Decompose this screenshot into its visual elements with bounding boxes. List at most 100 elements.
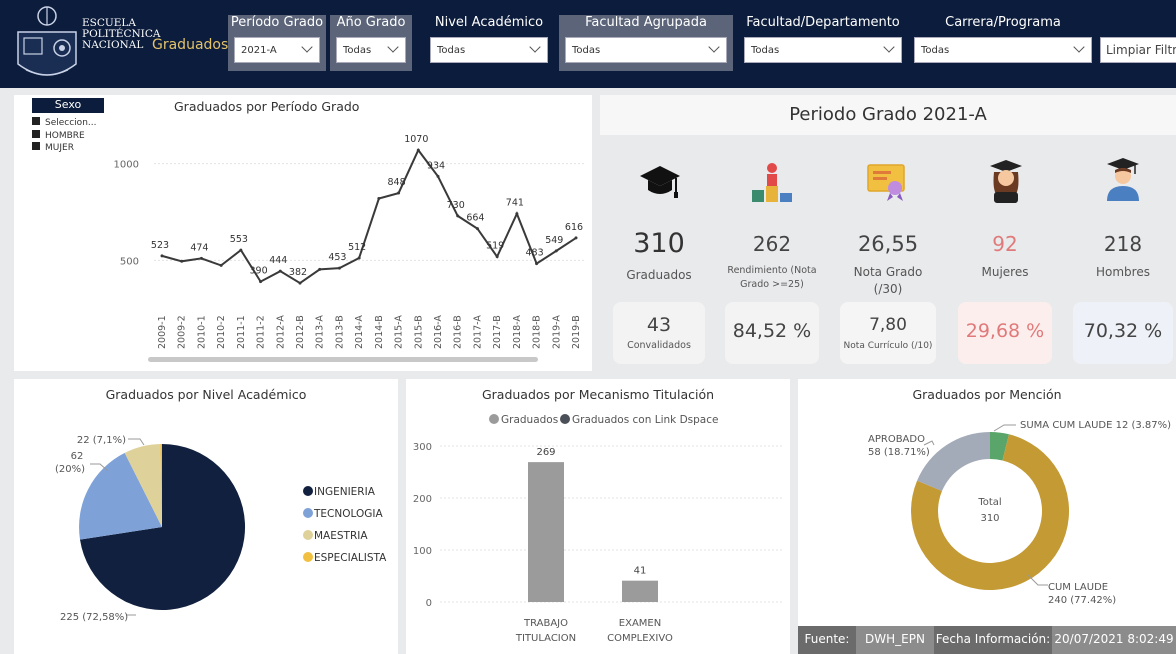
filter-facultad-agrupada: Facultad Agrupada Todas (559, 15, 733, 71)
kpi-inner-box: 43 Convalidados (613, 302, 705, 364)
kpi-inner-value: 70,32 % (1083, 320, 1163, 342)
chevron-down-icon (301, 41, 313, 53)
data-label: 549 (545, 235, 563, 246)
periodo-grado-select[interactable]: 2021-A (234, 37, 320, 63)
select-value: Todas (572, 45, 601, 56)
data-label: 730 (447, 200, 465, 211)
x-tick-label: 2015-B (413, 315, 424, 349)
clear-filters-button[interactable]: Limpiar Filtros (1100, 37, 1176, 63)
data-label: 519 (486, 241, 504, 252)
donut-center-value: 310 (980, 513, 999, 524)
data-label: 483 (526, 248, 544, 259)
donut-slice (917, 432, 990, 491)
kpi-card-graduados: 310 Graduados 43 Convalidados (603, 134, 715, 372)
data-point (219, 263, 223, 267)
kpi-label: Rendimiento (Nota Grado >=25) (727, 265, 817, 290)
x-tick-label: 2014-B (374, 315, 385, 349)
male-graduate-icon (1107, 158, 1139, 201)
data-point (495, 255, 499, 259)
data-label: 225 (72,58%) (60, 612, 128, 623)
facultad-agrupada-select[interactable]: Todas (565, 37, 727, 63)
kpi-value: 262 (752, 232, 792, 256)
filter-label: Período Grado (230, 15, 324, 30)
y-tick-label: 100 (413, 546, 432, 557)
kpi-inner-label: Nota Currículo (/10) (843, 341, 933, 351)
app-title: Graduados (152, 37, 229, 53)
chevron-down-icon (883, 41, 895, 53)
kpi-inner-label: Convalidados (627, 340, 691, 351)
kpi-title-bar: Periodo Grado 2021-A (600, 95, 1176, 135)
x-tick-label: 2019-B (571, 315, 582, 349)
filter-facultad-departamento: Facultad/Departamento Todas (738, 15, 908, 71)
footer-source-value: DWH_EPN (856, 626, 934, 654)
data-label: 664 (466, 213, 484, 224)
x-tick-label: 2016-A (433, 315, 444, 349)
legend-marker (303, 508, 313, 518)
bar (528, 462, 564, 602)
filter-nivel-academico: Nivel Académico Todas (424, 15, 554, 71)
female-graduate-icon (990, 160, 1022, 203)
nivel-academico-select[interactable]: Todas (430, 37, 548, 63)
legend-label: Graduados con Link Dspace (572, 414, 718, 426)
kpi-value: 26,55 (857, 232, 919, 256)
x-tick-label: 2012-B (295, 315, 306, 349)
kpi-period-title: Periodo Grado 2021-A (789, 104, 987, 125)
carrera-programa-select[interactable]: Todas (914, 37, 1092, 63)
kpi-inner-box: 7,80 Nota Currículo (/10) (840, 302, 936, 364)
data-point (535, 262, 539, 266)
x-tick-label: 2016-B (453, 315, 464, 349)
data-point (298, 281, 302, 285)
filter-label: Carrera/Programa (945, 15, 1061, 30)
select-value: Todas (921, 45, 950, 56)
data-label: 934 (427, 160, 445, 171)
kpi-inner-value: 43 (646, 314, 672, 336)
filter-carrera-programa: Carrera/Programa Todas (908, 15, 1098, 71)
pie-chart-card: Graduados por Nivel Académico 225 (72,58… (14, 379, 398, 654)
data-label: 390 (250, 266, 268, 277)
donut-center-label: Total (977, 497, 1001, 508)
graduation-cap-icon (640, 166, 680, 198)
kpi-value: 218 (1103, 232, 1143, 256)
kpi-card-mujeres: 92 Mujeres 29,68 % (948, 134, 1062, 372)
logo-text: ESCUELA POLITÉCNICA NACIONAL (82, 18, 160, 51)
y-tick-label: 200 (413, 494, 432, 505)
legend-label: INGENIERIA (314, 486, 376, 498)
x-tick-label: 2011-2 (256, 315, 267, 349)
x-tick-label: 2017-B (492, 315, 503, 349)
chevron-down-icon (708, 41, 720, 53)
data-label: CUM LAUDE (1048, 582, 1108, 593)
kpi-value: 310 (633, 228, 685, 259)
data-label: 616 (565, 222, 583, 233)
series-line (161, 148, 577, 285)
kpi-label: Hombres (1096, 265, 1150, 279)
horizontal-scrollbar[interactable] (148, 357, 538, 362)
chevron-down-icon (387, 41, 399, 53)
data-point (199, 256, 203, 260)
kpi-inner-value: 29,68 % (965, 320, 1045, 342)
x-tick-label: TITULACION (515, 633, 576, 644)
bar-chart-card: Graduados por Mecanismo Titulación Gradu… (406, 379, 790, 654)
kpi-inner-value: 7,80 (869, 315, 907, 335)
bar-data-label: 269 (536, 447, 555, 458)
kpi-label: Mujeres (981, 265, 1029, 279)
leader-line (128, 438, 145, 446)
leader-line (923, 440, 935, 446)
data-label: 512 (348, 242, 366, 253)
x-tick-label: 2013-A (315, 315, 326, 349)
legend-label: TECNOLOGIA (313, 508, 383, 520)
filter-label: Año Grado (336, 15, 406, 30)
data-label: SUMA CUM LAUDE 12 (3.87%) (1020, 420, 1171, 431)
x-tick-label: 2012-A (275, 315, 286, 349)
data-label: (20%) (55, 464, 85, 475)
data-label: 62 (71, 451, 84, 462)
x-tick-label: 2009-1 (157, 315, 168, 349)
facultad-departamento-select[interactable]: Todas (744, 37, 902, 63)
select-value: Todas (343, 45, 372, 56)
legend-marker (303, 530, 313, 540)
ano-grado-select[interactable]: Todas (336, 37, 406, 63)
footer-source-label: Fuente: (798, 626, 856, 654)
line-chart-card: Sexo Seleccion... HOMBRE MUJER Graduados… (14, 95, 592, 371)
select-value: Todas (751, 45, 780, 56)
kpi-inner-box: 29,68 % (958, 302, 1052, 364)
filter-label: Facultad/Departamento (746, 15, 900, 30)
